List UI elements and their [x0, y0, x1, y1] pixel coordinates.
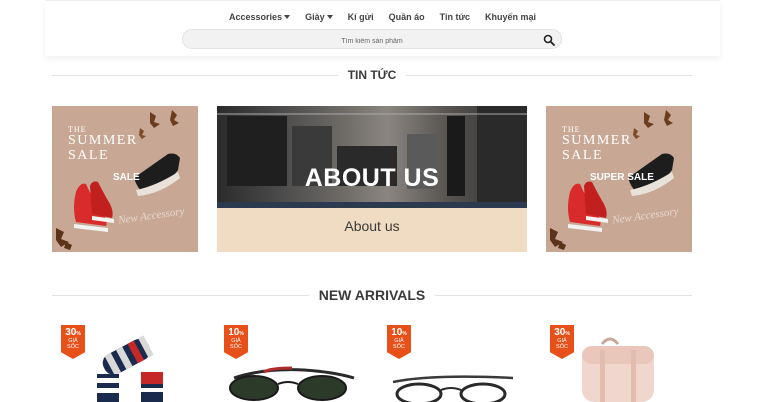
about-us-banner[interactable]: ABOUT US About us [217, 106, 527, 252]
nav-label: Accessories [229, 12, 283, 22]
divider [52, 74, 338, 76]
summer-sale-banner[interactable]: THE SUMMER SALE SALE New Accessory [52, 106, 198, 252]
badge-label: SỐC [67, 344, 79, 351]
nav-accessories[interactable]: Accessories [229, 12, 291, 22]
discount-badge: 30% GIẢ SỐC [61, 325, 85, 359]
discount-value: 30% [61, 327, 85, 338]
news-heading: TIN TỨC [52, 68, 692, 82]
site-header: Accessories Giày Kí gửi Quần áo Tin tức … [45, 0, 720, 56]
news-title: TIN TỨC [347, 68, 397, 82]
super-sale-banner[interactable]: THE SUMMER SALE SUPER SALE New Accessory [546, 106, 692, 252]
caret-down-icon [326, 15, 333, 19]
discount-badge: 10% GIẢ SỐC [224, 325, 248, 359]
about-title: ABOUT US [304, 164, 440, 192]
divider [435, 294, 692, 296]
arrivals-title: NEW ARRIVALS [318, 287, 426, 303]
discount-number: 10 [228, 327, 240, 338]
discount-unit: % [565, 331, 570, 337]
nav-khuyen-mai[interactable]: Khuyến mại [485, 12, 536, 22]
nav-label: Giày [305, 12, 325, 22]
divider [406, 74, 692, 76]
discount-unit: % [239, 331, 244, 337]
sale-label: SALE [113, 172, 140, 183]
badge-label: SỐC [230, 344, 242, 351]
nav-ki-gui[interactable]: Kí gửi [348, 12, 374, 22]
discount-value: 10% [387, 327, 411, 338]
product-card[interactable]: 10% GIẢ SỐC [224, 322, 359, 402]
discount-unit: % [76, 331, 81, 337]
badge-label: SỐC [556, 344, 568, 351]
discount-unit: % [402, 331, 407, 337]
caret-down-icon [284, 15, 291, 19]
photo-bar [217, 202, 527, 208]
nav-giay[interactable]: Giày [305, 12, 333, 22]
badge-label: SỐC [393, 344, 405, 351]
product-card[interactable]: 30% GIẢ SỐC [550, 322, 685, 402]
search-bar [182, 29, 562, 51]
nav-quan-ao[interactable]: Quần áo [389, 12, 425, 22]
nav-tin-tuc[interactable]: Tin tức [440, 12, 470, 22]
discount-number: 30 [554, 327, 566, 338]
search-icon[interactable] [543, 34, 555, 46]
search-input[interactable] [183, 32, 561, 51]
discount-number: 10 [391, 327, 403, 338]
about-caption: About us [344, 218, 400, 234]
main-nav: Accessories Giày Kí gửi Quần áo Tin tức … [45, 12, 720, 22]
discount-value: 30% [550, 327, 574, 338]
divider [52, 294, 309, 296]
arrivals-heading: NEW ARRIVALS [52, 287, 692, 303]
discount-number: 30 [65, 327, 77, 338]
product-card[interactable]: 10% GIẢ SỐC [387, 322, 522, 402]
product-card[interactable]: 30% GIẢ SỐC [61, 322, 196, 402]
discount-badge: 30% GIẢ SỐC [550, 325, 574, 359]
discount-badge: 10% GIẢ SỐC [387, 325, 411, 359]
discount-value: 10% [224, 327, 248, 338]
sale-label: SUPER SALE [590, 172, 654, 183]
